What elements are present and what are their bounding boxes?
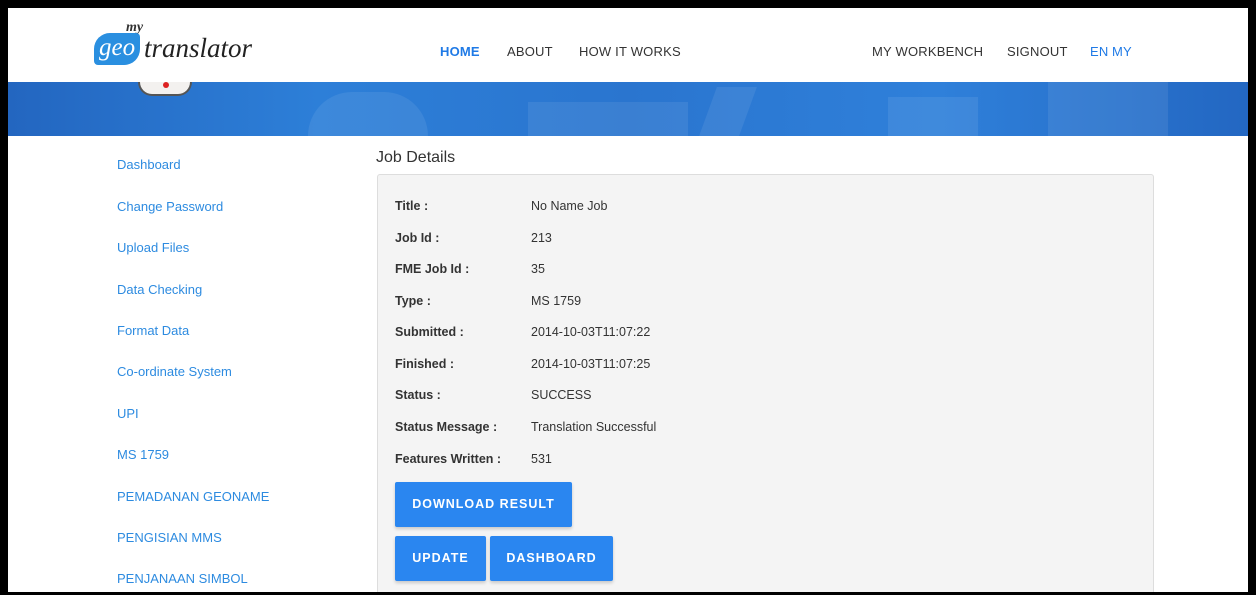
field-value: Translation Successful (531, 420, 657, 434)
field-value: No Name Job (531, 199, 608, 213)
nav-signout[interactable]: SIGNOUT (1007, 44, 1068, 59)
field-label: Title : (395, 199, 429, 213)
field-value: 2014-10-03T11:07:25 (531, 357, 651, 371)
sidebar-item-coordinate-system[interactable]: Co-ordinate System (117, 364, 232, 379)
header-banner (8, 82, 1248, 136)
nav-about[interactable]: ABOUT (507, 44, 553, 59)
field-value: 35 (531, 262, 545, 276)
nav-home[interactable]: HOME (440, 44, 480, 59)
sidebar-item-format-data[interactable]: Format Data (117, 323, 189, 338)
download-result-button[interactable]: DOWNLOAD RESULT (395, 482, 572, 527)
sidebar-item-change-password[interactable]: Change Password (117, 199, 223, 214)
update-button[interactable]: UPDATE (395, 536, 486, 581)
sidebar-item-penjanaan-simbol[interactable]: PENJANAAN SIMBOL (117, 571, 248, 586)
sidebar-item-ms-1759[interactable]: MS 1759 (117, 447, 169, 462)
brand-logo[interactable]: my geo translator (94, 20, 264, 72)
field-label: Finished : (395, 357, 455, 371)
sidebar-item-upload-files[interactable]: Upload Files (117, 240, 189, 255)
field-label: Status : (395, 388, 441, 402)
field-label: Status Message : (395, 420, 498, 434)
field-label: FME Job Id : (395, 262, 470, 276)
logo-geo-text: geo (94, 33, 141, 65)
logo-translator-text: translator (144, 33, 253, 63)
top-navbar: my geo translator HOME ABOUT HOW IT WORK… (8, 8, 1248, 90)
field-value: 2014-10-03T11:07:22 (531, 325, 651, 339)
status-value: SUCCESS (531, 388, 592, 402)
field-value: MS 1759 (531, 294, 582, 308)
job-details-panel: Title : No Name Job Job Id : 213 FME Job… (377, 174, 1154, 592)
sidebar-item-pengisian-mms[interactable]: PENGISIAN MMS (117, 530, 222, 545)
dashboard-button[interactable]: DASHBOARD (490, 536, 613, 581)
lang-en[interactable]: EN (1090, 44, 1108, 59)
field-label: Submitted : (395, 325, 464, 339)
sidebar-item-upi[interactable]: UPI (117, 406, 139, 421)
field-value: 531 (531, 452, 552, 466)
sidebar-item-pemadanan-geoname[interactable]: PEMADANAN GEONAME (117, 489, 269, 504)
field-label: Features Written : (395, 452, 502, 466)
nav-my-workbench[interactable]: MY WORKBENCH (872, 44, 983, 59)
field-label: Job Id : (395, 231, 440, 245)
field-value: 213 (531, 231, 552, 245)
lang-my[interactable]: MY (1112, 44, 1132, 59)
browser-viewport: my geo translator HOME ABOUT HOW IT WORK… (8, 8, 1248, 592)
sidebar-item-data-checking[interactable]: Data Checking (117, 282, 202, 297)
field-label: Type : (395, 294, 431, 308)
sidebar-item-dashboard[interactable]: Dashboard (117, 157, 181, 172)
page-title: Job Details (376, 149, 456, 166)
emblem-dot-icon (163, 82, 169, 88)
nav-how-it-works[interactable]: HOW IT WORKS (579, 44, 681, 59)
